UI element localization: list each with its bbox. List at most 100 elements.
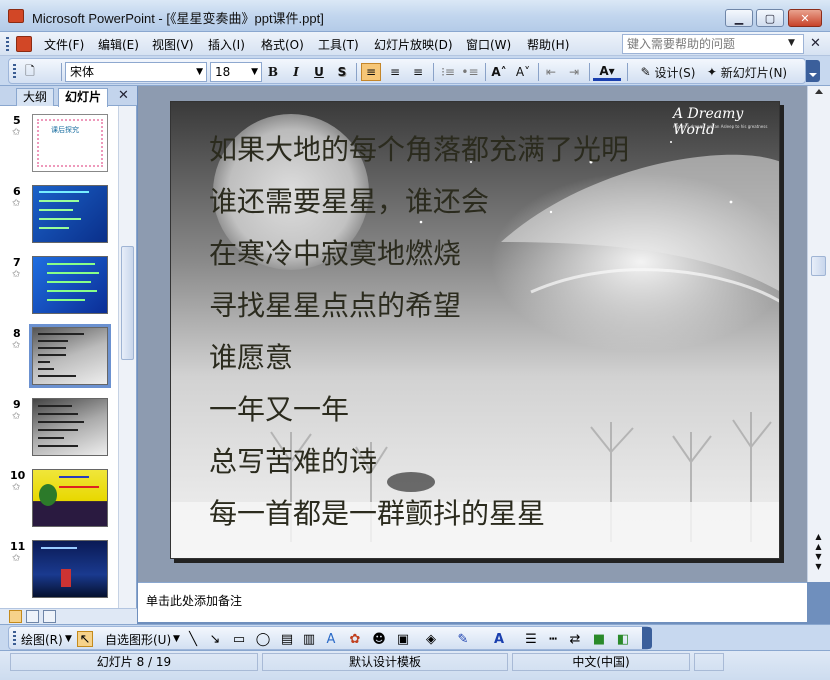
vertical-textbox-icon[interactable]: ▥	[301, 631, 317, 647]
align-center-button[interactable]: ≡	[385, 63, 405, 81]
menu-edit[interactable]: 编辑(E)	[98, 36, 139, 53]
slide-text-line[interactable]: 如果大地的每个角落都充满了光明	[209, 128, 629, 168]
slideshow-view-icon[interactable]	[43, 610, 56, 623]
line-style-icon[interactable]: ☰	[523, 631, 539, 647]
animation-star-icon: ✩	[12, 553, 21, 564]
toolbar-options-icon[interactable]	[806, 60, 820, 82]
powerpoint-app-icon[interactable]	[8, 9, 24, 23]
diagram-icon[interactable]: ✿	[347, 631, 363, 647]
slide-thumbnail-7[interactable]: 7 ✩	[0, 256, 118, 320]
fill-color-icon[interactable]: ◈	[423, 631, 439, 647]
menu-slideshow[interactable]: 幻灯片放映(D)	[374, 36, 453, 53]
slide-scrollbar[interactable]: ▲ ▲ ▼ ▼	[807, 86, 830, 582]
numbering-icon[interactable]: ⁝≡	[439, 63, 457, 81]
slide-text-line[interactable]: 谁愿意	[209, 336, 293, 376]
picture-icon[interactable]: ▣	[395, 631, 411, 647]
font-size-select[interactable]: 18 ▼	[210, 62, 262, 82]
slide-thumbnail-6[interactable]: 6 ✩	[0, 185, 118, 249]
align-right-button[interactable]: ≡	[408, 63, 428, 81]
notes-pane[interactable]: 单击此处添加备注	[138, 582, 807, 622]
chevron-down-icon[interactable]: ▼	[173, 634, 180, 644]
draw-menu-button[interactable]: 绘图(R)	[21, 631, 63, 648]
minimize-button[interactable]: ▁	[725, 9, 753, 27]
scrollbar-thumb[interactable]	[811, 256, 826, 276]
increase-indent-icon[interactable]: ⇥	[565, 63, 583, 81]
menu-view[interactable]: 视图(V)	[152, 36, 194, 53]
decrease-font-icon[interactable]: A˅	[513, 63, 533, 81]
shadow-button[interactable]: S	[333, 63, 351, 81]
line-tool-icon[interactable]: ╲	[185, 631, 201, 647]
close-panel-icon[interactable]: ✕	[118, 88, 129, 103]
menu-window[interactable]: 窗口(W)	[466, 36, 511, 53]
menu-help[interactable]: 帮助(H)	[527, 36, 569, 53]
bold-button[interactable]: B	[264, 63, 282, 81]
font-color-button[interactable]: A▾	[593, 63, 621, 81]
slide-text-line[interactable]: 谁还需要星星，谁还会	[209, 180, 489, 220]
slide-number: 7	[13, 256, 21, 269]
font-color-icon[interactable]: A	[491, 631, 507, 647]
new-slide-button[interactable]: ✦ 新幻灯片(N)	[697, 63, 797, 81]
arrow-style-icon[interactable]: ⇄	[567, 631, 583, 647]
slide-thumbnail-9[interactable]: 9 ✩	[0, 398, 118, 462]
scroll-up-icon[interactable]	[815, 89, 823, 94]
chevron-down-icon[interactable]: ▼	[196, 63, 203, 81]
chevron-down-icon[interactable]: ▼	[788, 38, 795, 48]
font-name-select[interactable]: 宋体 ▼	[65, 62, 207, 82]
close-window-button[interactable]: ✕	[788, 9, 822, 27]
clipart-icon[interactable]: ☻	[371, 631, 387, 647]
underline-button[interactable]: U	[310, 63, 328, 81]
slide-thumbnail-8[interactable]: 8 ✩	[0, 327, 118, 391]
tab-slides[interactable]: 幻灯片	[58, 88, 109, 107]
menubar-grip[interactable]	[6, 37, 9, 51]
select-pointer-icon[interactable]: ↖	[77, 631, 93, 647]
toolbar-grip[interactable]	[13, 64, 16, 80]
slide-thumbnail-10[interactable]: 10 ✩	[0, 469, 118, 533]
wordart-icon[interactable]: A	[323, 631, 339, 647]
menu-file[interactable]: 文件(F)	[44, 36, 84, 53]
slide-thumbnail-5[interactable]: 5 ✩ 课后探究	[0, 114, 118, 178]
bullets-icon[interactable]: •≡	[461, 63, 479, 81]
chevron-down-icon[interactable]: ▼	[251, 63, 258, 81]
document-icon[interactable]	[16, 36, 32, 52]
normal-view-icon[interactable]	[9, 610, 22, 623]
tab-outline[interactable]: 大纲	[16, 88, 55, 106]
line-color-icon[interactable]: ✎	[455, 631, 471, 647]
dash-style-icon[interactable]: ┅	[545, 631, 561, 647]
status-template[interactable]: 默认设计模板	[262, 653, 508, 671]
slide-text-line[interactable]: 在寒冷中寂寞地燃烧	[209, 232, 461, 272]
rectangle-tool-icon[interactable]: ▭	[231, 631, 247, 647]
toolbar-options-icon[interactable]	[642, 627, 652, 649]
shadow-style-icon[interactable]: ■	[591, 631, 607, 647]
slide-text-line[interactable]: 每一首都是一群颤抖的星星	[209, 492, 545, 532]
increase-font-icon[interactable]: A˄	[489, 63, 509, 81]
slide-sorter-view-icon[interactable]	[26, 610, 39, 623]
slide-text-line[interactable]: 总写苦难的诗	[209, 440, 377, 480]
menu-insert[interactable]: 插入(I)	[208, 36, 245, 53]
maximize-button[interactable]: ▢	[756, 9, 784, 27]
design-icon: ✎	[640, 65, 651, 79]
toolbar-grip[interactable]	[13, 631, 16, 646]
3d-style-icon[interactable]: ◧	[615, 631, 631, 647]
thumbnail-scrollbar[interactable]	[118, 106, 136, 608]
page-nav-buttons[interactable]: ▲ ▲ ▼ ▼	[811, 532, 826, 571]
oval-tool-icon[interactable]: ◯	[255, 631, 271, 647]
arrow-tool-icon[interactable]: ↘	[207, 631, 223, 647]
new-document-icon[interactable]: 🗋	[21, 63, 39, 81]
menu-tools[interactable]: 工具(T)	[318, 36, 359, 53]
textbox-tool-icon[interactable]: ▤	[279, 631, 295, 647]
align-left-button[interactable]: ≡	[361, 63, 381, 81]
decrease-indent-icon[interactable]: ⇤	[542, 63, 560, 81]
help-search-input[interactable]: 键入需要帮助的问题	[622, 34, 804, 54]
design-button[interactable]: ✎ 设计(S)	[633, 63, 703, 81]
thumbnail-text-line	[47, 299, 85, 301]
scrollbar-thumb[interactable]	[121, 246, 134, 360]
close-document-icon[interactable]: ✕	[810, 36, 821, 51]
chevron-down-icon[interactable]: ▼	[65, 634, 72, 644]
slide-thumbnail-11[interactable]: 11 ✩	[0, 540, 118, 604]
menu-format[interactable]: 格式(O)	[261, 36, 304, 53]
current-slide[interactable]: A Dreamy World A poet's dreams are an As…	[170, 101, 780, 559]
slide-text-line[interactable]: 一年又一年	[209, 388, 349, 428]
autoshapes-button[interactable]: 自选图形(U)	[105, 631, 171, 648]
italic-button[interactable]: I	[287, 63, 305, 81]
slide-text-line[interactable]: 寻找星星点点的希望	[209, 284, 461, 324]
